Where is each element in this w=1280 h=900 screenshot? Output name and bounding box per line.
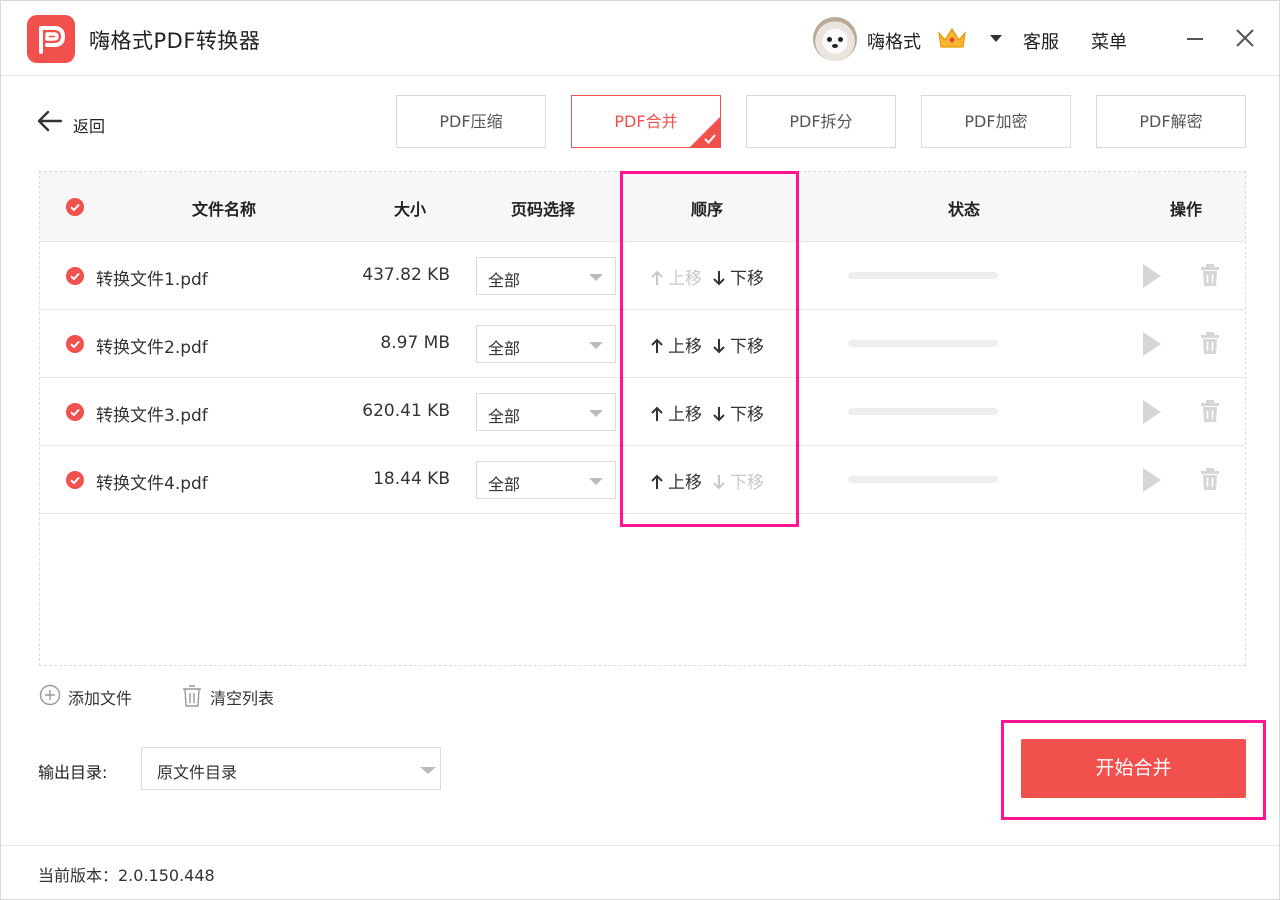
user-dropdown-chevron-icon[interactable] — [990, 35, 1002, 42]
trash-icon[interactable] — [1200, 399, 1220, 423]
customer-service-link[interactable]: 客服 — [1023, 28, 1059, 54]
tab-pdf-decrypt[interactable]: PDF解密 — [1096, 95, 1246, 148]
file-size: 18.44 KB — [373, 469, 450, 489]
menu-link[interactable]: 菜单 — [1091, 28, 1127, 54]
close-icon[interactable] — [1235, 28, 1255, 48]
file-name: 转换文件3.pdf — [96, 406, 208, 426]
title-bar: 嗨格式PDF转换器 嗨格式 客服 菜单 — [1, 1, 1279, 76]
header-filename: 文件名称 — [192, 200, 257, 219]
trash-icon[interactable] — [1200, 331, 1220, 355]
app-title: 嗨格式PDF转换器 — [89, 29, 261, 53]
chevron-down-icon — [589, 342, 603, 349]
trash-icon[interactable] — [1200, 263, 1220, 287]
order-column-highlight — [620, 171, 799, 527]
page-select-value: 全部 — [488, 475, 521, 494]
play-icon[interactable] — [1143, 264, 1161, 288]
row-checkbox[interactable] — [66, 403, 84, 421]
progress-bar — [848, 340, 998, 347]
app-logo-icon — [27, 15, 75, 63]
tab-pdf-compress[interactable]: PDF压缩 — [396, 95, 546, 148]
chevron-down-icon — [589, 410, 603, 417]
tab-pdf-merge-label: PDF合并 — [614, 112, 678, 131]
page-select-value: 全部 — [488, 271, 521, 290]
file-size: 437.82 KB — [362, 265, 450, 285]
select-all-checkbox[interactable] — [66, 198, 84, 216]
output-dir-value: 原文件目录 — [157, 763, 238, 782]
progress-bar — [848, 476, 998, 483]
header-status: 状态 — [948, 200, 981, 219]
chevron-down-icon — [589, 478, 603, 485]
version-label: 当前版本：2.0.150.448 — [38, 866, 215, 885]
header-page-select: 页码选择 — [511, 200, 576, 219]
tab-pdf-encrypt[interactable]: PDF加密 — [921, 95, 1071, 148]
file-name: 转换文件4.pdf — [96, 474, 208, 494]
page-select[interactable]: 全部 — [476, 461, 616, 499]
row-checkbox[interactable] — [66, 335, 84, 353]
back-arrow-icon[interactable] — [37, 109, 63, 133]
play-icon[interactable] — [1143, 332, 1161, 356]
output-dir-label: 输出目录: — [38, 763, 108, 782]
page-select[interactable]: 全部 — [476, 325, 616, 363]
tab-pdf-merge[interactable]: PDF合并 — [571, 95, 721, 148]
user-avatar[interactable] — [813, 17, 857, 61]
progress-bar — [848, 408, 998, 415]
username[interactable]: 嗨格式 — [867, 28, 921, 54]
page-select-value: 全部 — [488, 407, 521, 426]
page-select[interactable]: 全部 — [476, 393, 616, 431]
trash-outline-icon[interactable] — [181, 684, 203, 708]
progress-bar — [848, 272, 998, 279]
tab-pdf-split[interactable]: PDF拆分 — [746, 95, 896, 148]
trash-icon[interactable] — [1200, 467, 1220, 491]
header-size: 大小 — [394, 200, 427, 219]
file-size: 8.97 MB — [380, 333, 450, 353]
minimize-icon[interactable] — [1187, 38, 1203, 40]
start-button-highlight — [1001, 720, 1266, 820]
output-dir-select[interactable]: 原文件目录 — [141, 747, 441, 790]
page-select-value: 全部 — [488, 339, 521, 358]
add-circle-icon[interactable] — [39, 684, 61, 706]
play-icon[interactable] — [1143, 468, 1161, 492]
add-file-button[interactable]: 添加文件 — [68, 685, 132, 709]
play-icon[interactable] — [1143, 400, 1161, 424]
footer: 当前版本：2.0.150.448 — [1, 845, 1279, 899]
page-select[interactable]: 全部 — [476, 257, 616, 295]
file-name: 转换文件1.pdf — [96, 270, 208, 290]
chevron-down-icon — [589, 274, 603, 281]
header-action: 操作 — [1170, 200, 1203, 219]
clear-list-button[interactable]: 清空列表 — [210, 685, 274, 709]
crown-icon — [938, 27, 966, 48]
file-size: 620.41 KB — [362, 401, 450, 421]
chevron-down-icon — [420, 767, 436, 774]
file-name: 转换文件2.pdf — [96, 338, 208, 358]
back-button[interactable]: 返回 — [73, 113, 105, 137]
row-checkbox[interactable] — [66, 267, 84, 285]
check-icon — [704, 134, 716, 144]
row-checkbox[interactable] — [66, 471, 84, 489]
app-window: 嗨格式PDF转换器 嗨格式 客服 菜单 返回 PDF压缩 PDF合并 PDF拆分… — [0, 0, 1280, 900]
